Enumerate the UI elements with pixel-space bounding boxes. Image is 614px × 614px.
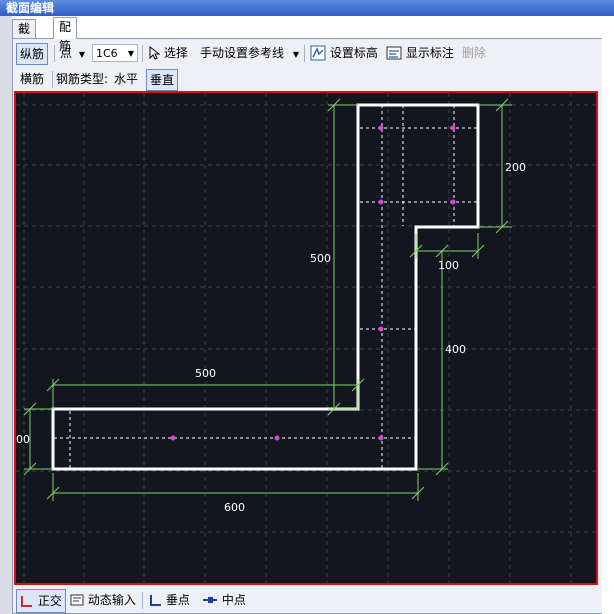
midpoint-label: 中点 (221, 593, 246, 607)
rebar-point (378, 199, 384, 205)
right-gutter (602, 38, 614, 614)
rebar-point (170, 435, 176, 441)
show-dims-label: 显示标注 (405, 46, 454, 60)
select-label: 选择 (163, 46, 188, 60)
cursor-arrow-icon (149, 45, 161, 60)
toolbar-separator (304, 45, 305, 62)
manual-ref-line-label: 手动设置参考线 (200, 46, 285, 60)
status-bar: 正交 动态输入 垂点 中点 (14, 589, 606, 613)
transverse-button[interactable]: 横筋 (20, 68, 44, 90)
toolbar-separator (52, 71, 53, 88)
rebar-spec-combo[interactable]: 1C6 ▼ (92, 44, 138, 62)
status-separator (142, 592, 143, 609)
show-dims-button[interactable]: 显示标注 (386, 42, 454, 64)
set-elevation-label: 设置标高 (329, 46, 378, 60)
select-button[interactable]: 选择 (148, 42, 188, 64)
window-title: 截面编辑 (0, 0, 614, 16)
set-elevation-button[interactable]: 设置标高 (310, 42, 378, 64)
manual-ref-line-dropdown[interactable]: 手动设置参考线 ▼ (200, 42, 299, 64)
horizontal-button[interactable]: 水平 (114, 68, 138, 90)
tab-section[interactable]: 截面 (12, 19, 37, 55)
ortho-icon (21, 596, 32, 607)
perpendicular-snap[interactable]: 垂点 (148, 589, 190, 611)
chevron-down-icon: ▼ (292, 50, 299, 59)
midpoint-snap[interactable]: 中点 (202, 589, 246, 611)
main-toolbar: 纵筋 点 ▼ 1C6 ▼ 选择 手动设置参考线 ▼ 设置标高 显示标注 删除 (14, 42, 606, 66)
delete-button[interactable]: 删除 (462, 42, 486, 64)
rebar-type-toolbar: 横筋 钢筋类型: 水平 垂直 (14, 68, 606, 91)
tab-rebar[interactable]: 配筋 (53, 17, 78, 53)
ortho-toggle[interactable]: 正交 (16, 589, 66, 613)
perpendicular-icon (150, 595, 161, 606)
left-edge-strip (0, 16, 12, 614)
rebar-spec-value: 1C6 (96, 47, 118, 60)
rebar-points (170, 125, 456, 441)
chevron-down-icon: ▼ (127, 49, 134, 58)
rebar-point (378, 326, 384, 332)
dim-bottom-left-upper: 500 (195, 367, 216, 380)
dynamic-input-toggle[interactable]: 动态输入 (70, 589, 136, 611)
section-drawing[interactable]: 200 100 500 400 500 600 00 (16, 93, 596, 583)
rebar-type-label: 钢筋类型: (56, 72, 109, 86)
dim-bottom-width: 600 (224, 501, 245, 514)
rebar-point (378, 125, 384, 131)
elevation-icon (310, 45, 326, 61)
dim-top-width: 200 (505, 161, 526, 174)
ortho-label: 正交 (37, 594, 62, 608)
dim-left-height: 00 (16, 433, 30, 446)
drawing-canvas[interactable]: 200 100 500 400 500 600 00 (14, 91, 598, 585)
dimension-display-icon (386, 46, 402, 60)
dynamic-input-icon (70, 594, 84, 606)
toolbar-separator (142, 45, 143, 62)
dim-vertical-right: 400 (445, 343, 466, 356)
rebar-point (274, 435, 280, 441)
toolbar-separator (54, 45, 55, 62)
rebar-point (450, 125, 456, 131)
dynamic-input-label: 动态输入 (87, 593, 136, 607)
midpoint-icon (203, 597, 217, 603)
rebar-point (450, 199, 456, 205)
dim-vertical-left: 500 (310, 252, 331, 265)
vertical-button[interactable]: 垂直 (146, 69, 179, 91)
dim-upper-right: 100 (438, 259, 459, 272)
perpendicular-label: 垂点 (165, 593, 190, 607)
dimension-lines (23, 98, 512, 501)
rebar-point (378, 435, 384, 441)
longitudinal-button[interactable]: 纵筋 (16, 43, 49, 65)
chevron-down-icon: ▼ (78, 50, 85, 59)
